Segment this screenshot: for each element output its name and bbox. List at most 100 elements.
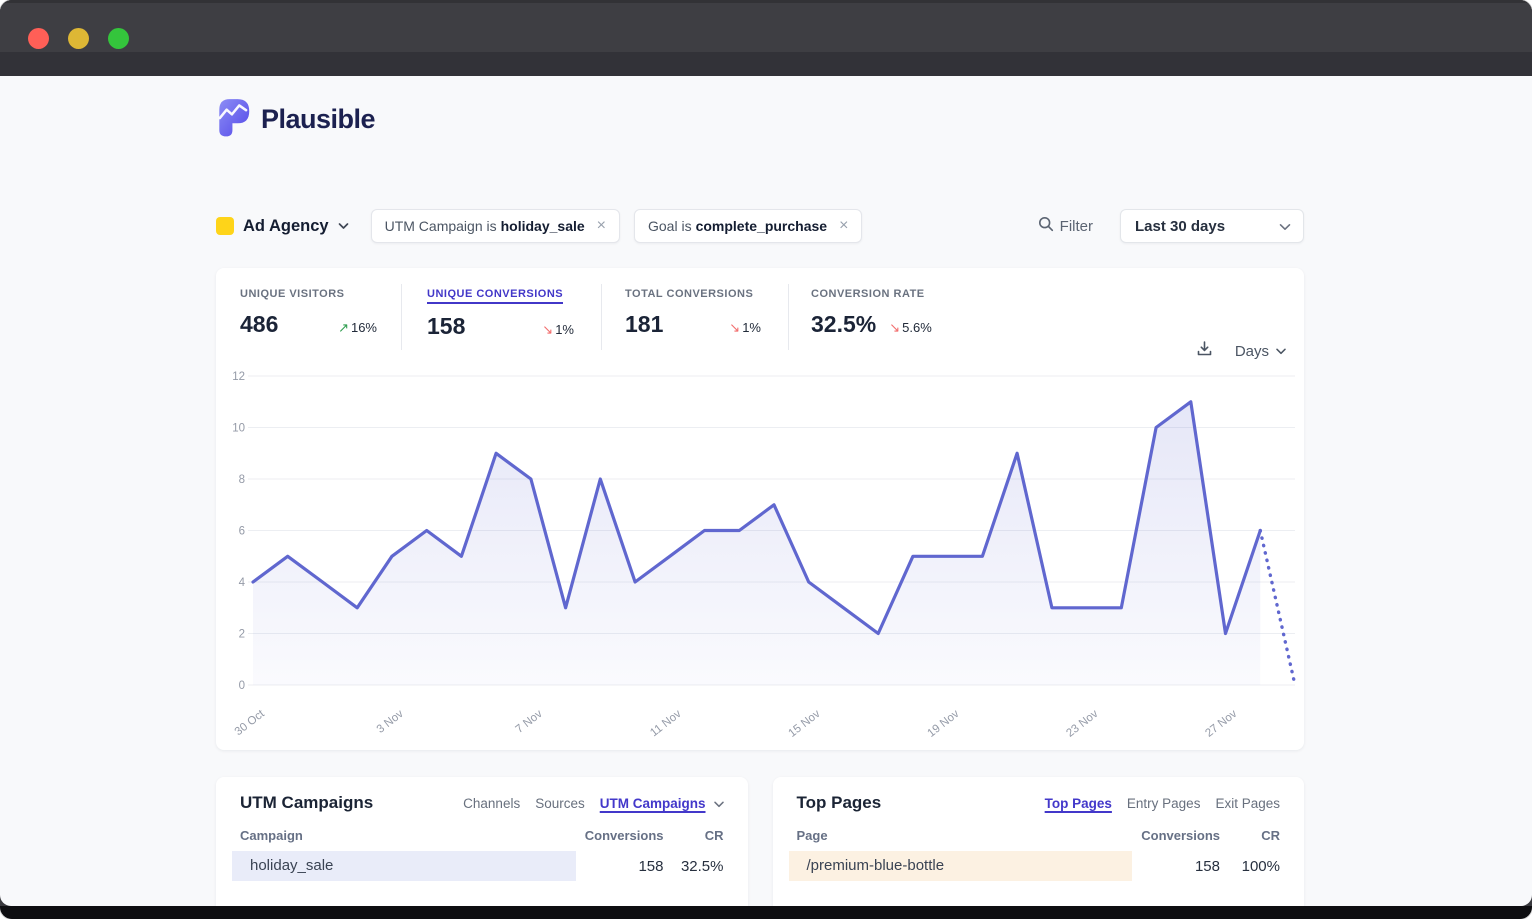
filter-chip-value: complete_purchase: [696, 218, 828, 234]
stat-delta: ↗16%: [338, 320, 377, 336]
svg-text:3 Nov: 3 Nov: [375, 708, 406, 736]
tab-channels[interactable]: Channels: [463, 796, 520, 811]
chart-controls: Days: [1196, 340, 1286, 362]
filter-button[interactable]: Filter: [1038, 216, 1093, 236]
traffic-light-zoom-icon[interactable]: [108, 28, 129, 49]
traffic-light-minimize-icon[interactable]: [68, 28, 89, 49]
filter-chip-text: UTM Campaign is: [385, 218, 497, 234]
table-header: Page Conversions CR: [797, 828, 1281, 843]
chevron-down-icon: [1279, 218, 1291, 235]
date-range-dropdown[interactable]: Last 30 days: [1120, 209, 1304, 243]
window-bottom-edge: [0, 906, 1532, 919]
column-conversions: Conversions: [1140, 828, 1220, 843]
row-conversions: 158: [584, 858, 664, 875]
column-campaign: Campaign: [240, 828, 584, 843]
conversions-chart[interactable]: 0 2 4 6 8 10 12 30 Oct 3 Nov 7 Nov 11 Nov 15 Nov 19 …: [232, 368, 1304, 742]
filter-chip-value: holiday_sale: [501, 218, 585, 234]
site-switcher[interactable]: Ad Agency: [216, 217, 349, 236]
brand-name: Plausible: [261, 104, 375, 135]
arrow-down-icon: ↘: [889, 320, 900, 335]
top-stats: UNIQUE VISITORS 486 ↗16% UNIQUE CONVERSI…: [216, 268, 1304, 350]
column-cr: CR: [1220, 828, 1280, 843]
chevron-down-icon: [338, 217, 349, 235]
row-name: /premium-blue-bottle: [797, 857, 945, 874]
stat-delta: ↘5.6%: [889, 320, 932, 336]
column-page: Page: [797, 828, 1141, 843]
page-content: Plausible Ad Agency UTM Campaign is holi…: [0, 76, 1532, 906]
chevron-down-icon: [1276, 342, 1286, 360]
svg-text:11 Nov: 11 Nov: [648, 708, 684, 740]
filter-chip-text: Goal is: [648, 218, 692, 234]
analytics-card: UNIQUE VISITORS 486 ↗16% UNIQUE CONVERSI…: [216, 268, 1304, 750]
stat-conversion-rate[interactable]: CONVERSION RATE 32.5% ↘5.6%: [789, 284, 932, 350]
tab-entry-pages[interactable]: Entry Pages: [1127, 796, 1201, 811]
app-window: Plausible Ad Agency UTM Campaign is holi…: [0, 0, 1532, 919]
svg-text:7 Nov: 7 Nov: [514, 708, 545, 736]
close-icon[interactable]: ×: [839, 218, 848, 234]
svg-text:19 Nov: 19 Nov: [925, 708, 961, 740]
brand: Plausible: [216, 96, 375, 143]
plausible-logo-icon: [216, 96, 252, 143]
svg-text:4: 4: [239, 577, 246, 589]
stat-value: 32.5%: [811, 311, 876, 338]
tab-sources[interactable]: Sources: [535, 796, 585, 811]
tab-utm-campaigns[interactable]: UTM Campaigns: [600, 796, 706, 811]
stat-delta: ↘1%: [729, 320, 761, 336]
site-name: Ad Agency: [243, 217, 329, 236]
filter-chip-goal[interactable]: Goal is complete_purchase ×: [634, 209, 862, 243]
svg-text:15 Nov: 15 Nov: [786, 708, 822, 740]
card-title: UTM Campaigns: [240, 793, 373, 813]
svg-text:8: 8: [239, 474, 245, 486]
stat-unique-visitors[interactable]: UNIQUE VISITORS 486 ↗16%: [240, 284, 402, 350]
row-conversions: 158: [1140, 858, 1220, 875]
arrow-down-icon: ↘: [542, 322, 553, 337]
stat-unique-conversions[interactable]: UNIQUE CONVERSIONS 158 ↘1%: [402, 284, 602, 350]
titlebar-upper: [0, 0, 1532, 52]
stat-value: 158: [427, 313, 465, 340]
stat-label: UNIQUE VISITORS: [240, 288, 344, 300]
utm-campaigns-card: UTM Campaigns Channels Sources UTM Campa…: [216, 777, 748, 906]
svg-text:23 Nov: 23 Nov: [1064, 708, 1100, 740]
stat-label: CONVERSION RATE: [811, 288, 925, 300]
interval-dropdown[interactable]: Days: [1235, 343, 1269, 360]
row-cr: 100%: [1220, 858, 1280, 875]
stat-delta: ↘1%: [542, 322, 574, 338]
table-row[interactable]: holiday_sale 158 32.5%: [240, 851, 724, 881]
column-conversions: Conversions: [584, 828, 664, 843]
breakdown-cards: UTM Campaigns Channels Sources UTM Campa…: [216, 777, 1304, 906]
table-header: Campaign Conversions CR: [240, 828, 724, 843]
card-title: Top Pages: [797, 793, 882, 813]
arrow-up-icon: ↗: [338, 320, 349, 335]
top-pages-card: Top Pages Top Pages Entry Pages Exit Pag…: [773, 777, 1305, 906]
tab-exit-pages[interactable]: Exit Pages: [1215, 796, 1280, 811]
search-icon: [1038, 216, 1054, 236]
svg-text:6: 6: [239, 526, 245, 538]
download-icon[interactable]: [1196, 340, 1213, 362]
stat-total-conversions[interactable]: TOTAL CONVERSIONS 181 ↘1%: [602, 284, 789, 350]
stat-value: 181: [625, 311, 663, 338]
arrow-down-icon: ↘: [729, 320, 740, 335]
date-range-value: Last 30 days: [1135, 218, 1225, 235]
window-titlebar: [0, 0, 1532, 76]
svg-text:0: 0: [239, 680, 245, 692]
tab-top-pages[interactable]: Top Pages: [1045, 796, 1112, 811]
card-tabs: Channels Sources UTM Campaigns: [463, 796, 723, 811]
chevron-down-icon[interactable]: [714, 796, 724, 811]
close-icon[interactable]: ×: [597, 218, 606, 234]
table-row[interactable]: /premium-blue-bottle 158 100%: [797, 851, 1281, 881]
card-tabs: Top Pages Entry Pages Exit Pages: [1045, 796, 1280, 811]
svg-text:12: 12: [232, 371, 245, 383]
site-favicon: [216, 217, 234, 235]
traffic-light-close-icon[interactable]: [28, 28, 49, 49]
stat-value: 486: [240, 311, 278, 338]
svg-text:30 Oct: 30 Oct: [233, 707, 268, 738]
filter-chip-utm-campaign[interactable]: UTM Campaign is holiday_sale ×: [371, 209, 620, 243]
svg-text:10: 10: [232, 423, 245, 435]
row-name: holiday_sale: [240, 857, 333, 874]
svg-text:27 Nov: 27 Nov: [1203, 708, 1239, 740]
column-cr: CR: [664, 828, 724, 843]
svg-text:2: 2: [239, 629, 245, 641]
stat-label: TOTAL CONVERSIONS: [625, 288, 753, 300]
row-cr: 32.5%: [664, 858, 724, 875]
filter-button-label: Filter: [1060, 218, 1093, 235]
